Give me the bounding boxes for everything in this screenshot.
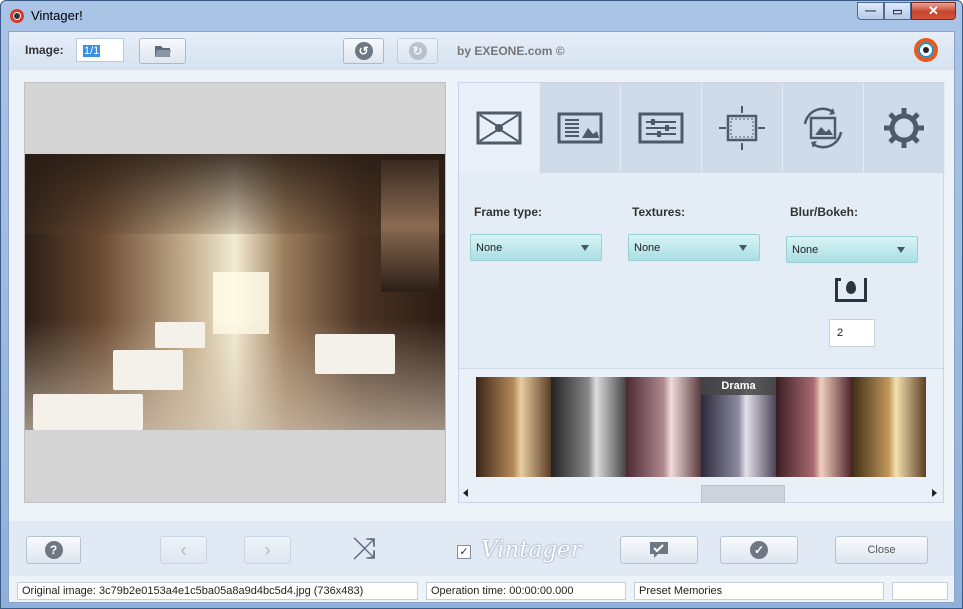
chevron-left-icon: ‹ bbox=[180, 539, 187, 560]
comment-check-icon bbox=[650, 542, 668, 558]
blur-bokeh-dropdown[interactable]: None bbox=[786, 236, 918, 263]
apply-preview-button[interactable] bbox=[620, 536, 698, 564]
redo-icon: ↻ bbox=[408, 42, 427, 60]
blur-bokeh-value: None bbox=[792, 244, 819, 256]
blur-bokeh-label: Blur/Bokeh: bbox=[790, 205, 859, 219]
blur-amount-field[interactable]: 2 bbox=[829, 319, 875, 347]
window-title: Vintager! bbox=[31, 8, 83, 23]
check-circle-icon: ✓ bbox=[750, 541, 768, 559]
confirm-button[interactable]: ✓ bbox=[720, 536, 798, 564]
status-extra bbox=[892, 582, 948, 600]
next-button[interactable]: › bbox=[244, 536, 291, 564]
preset-thumbnail[interactable] bbox=[626, 377, 701, 477]
photo-poster bbox=[381, 160, 439, 292]
chevron-down-icon bbox=[581, 245, 589, 251]
redo-button[interactable]: ↻ bbox=[397, 38, 438, 64]
preset-strip: Drama bbox=[459, 368, 943, 503]
preset-thumbnail[interactable] bbox=[776, 377, 851, 477]
app-window: Vintager! — ▭ ✕ Image: 1/1 ↺ ↻ by EXEONE… bbox=[0, 0, 963, 609]
previous-button[interactable]: ‹ bbox=[160, 536, 207, 564]
client-area: Image: 1/1 ↺ ↻ by EXEONE.com © Frame typ… bbox=[8, 31, 955, 603]
undo-button[interactable]: ↺ bbox=[343, 38, 384, 64]
image-index-field[interactable]: 1/1 bbox=[76, 38, 124, 62]
preset-thumbnail[interactable] bbox=[551, 377, 626, 477]
app-icon bbox=[10, 9, 24, 23]
preset-thumbnails: Drama bbox=[476, 377, 926, 477]
status-preset: Preset Memories bbox=[634, 582, 884, 600]
frame-type-value: None bbox=[476, 242, 503, 254]
undo-icon: ↺ bbox=[354, 42, 373, 60]
scroll-left-icon[interactable] bbox=[463, 489, 468, 497]
adjustments-tab[interactable] bbox=[621, 83, 702, 173]
minimize-button[interactable]: — bbox=[857, 2, 884, 20]
open-folder-button[interactable] bbox=[139, 38, 186, 64]
preset-scrollbar[interactable] bbox=[459, 485, 943, 503]
textures-value: None bbox=[634, 242, 661, 254]
frame-type-dropdown[interactable]: None bbox=[470, 234, 602, 261]
settings-tab[interactable] bbox=[864, 83, 945, 173]
status-bar: Original image: 3c79b2e0153a4e1c5ba05a8a… bbox=[9, 578, 954, 602]
shuffle-icon[interactable]: ⤨ bbox=[352, 534, 376, 564]
chevron-down-icon bbox=[739, 245, 747, 251]
blur-drop-icon bbox=[835, 278, 867, 302]
image-label: Image: bbox=[25, 43, 64, 57]
textures-dropdown[interactable]: None bbox=[628, 234, 760, 261]
status-original-image: Original image: 3c79b2e0153a4e1c5ba05a8a… bbox=[17, 582, 418, 600]
rotate-tab[interactable] bbox=[783, 83, 864, 173]
rotate-image-icon bbox=[803, 107, 843, 149]
bottom-bar: ? ‹ › ⤨ ✓ Vintager ✓ Close bbox=[9, 521, 954, 576]
textures-label: Textures: bbox=[632, 205, 686, 219]
help-button[interactable]: ? bbox=[26, 536, 81, 564]
tool-tabs bbox=[459, 83, 945, 173]
title-bar: Vintager! — ▭ ✕ bbox=[1, 1, 962, 31]
brand-logo-icon[interactable] bbox=[914, 38, 938, 62]
open-folder-icon bbox=[154, 46, 171, 57]
help-icon: ? bbox=[44, 541, 63, 559]
crop-resize-icon bbox=[719, 106, 765, 150]
scroll-right-icon[interactable] bbox=[932, 489, 937, 497]
vintager-checkbox[interactable]: ✓ bbox=[457, 545, 471, 559]
window-controls: — ▭ ✕ bbox=[857, 2, 956, 20]
chevron-down-icon bbox=[897, 247, 905, 253]
texture-image-icon bbox=[557, 112, 603, 144]
preset-hover-label: Drama bbox=[701, 377, 776, 395]
top-toolbar: Image: 1/1 ↺ ↻ by EXEONE.com © bbox=[9, 32, 954, 70]
envelope-frame-icon bbox=[476, 111, 522, 145]
close-window-button[interactable]: ✕ bbox=[911, 2, 956, 20]
image-preview-area bbox=[24, 82, 446, 503]
preset-thumbnail[interactable] bbox=[476, 377, 551, 477]
vintager-logo: Vintager bbox=[481, 537, 582, 563]
frame-type-label: Frame type: bbox=[474, 205, 543, 219]
byline-text: by EXEONE.com © bbox=[457, 44, 565, 58]
options-panel: Frame type: None Textures: None Blur/Bok… bbox=[458, 82, 945, 503]
image-index-value: 1/1 bbox=[83, 45, 101, 57]
sliders-icon bbox=[638, 112, 684, 144]
preset-thumbnail[interactable] bbox=[851, 377, 926, 477]
status-operation-time: Operation time: 00:00:00.000 bbox=[426, 582, 626, 600]
maximize-button[interactable]: ▭ bbox=[884, 2, 911, 20]
textures-tab[interactable] bbox=[540, 83, 621, 173]
preset-thumbnail[interactable]: Drama bbox=[701, 377, 776, 477]
scrollbar-thumb[interactable] bbox=[701, 485, 785, 503]
crop-tab[interactable] bbox=[702, 83, 783, 173]
chevron-right-icon: › bbox=[264, 539, 271, 560]
preview-photo bbox=[25, 154, 445, 430]
gear-icon bbox=[884, 108, 924, 148]
frames-tab[interactable] bbox=[459, 83, 540, 173]
close-button[interactable]: Close bbox=[835, 536, 928, 564]
